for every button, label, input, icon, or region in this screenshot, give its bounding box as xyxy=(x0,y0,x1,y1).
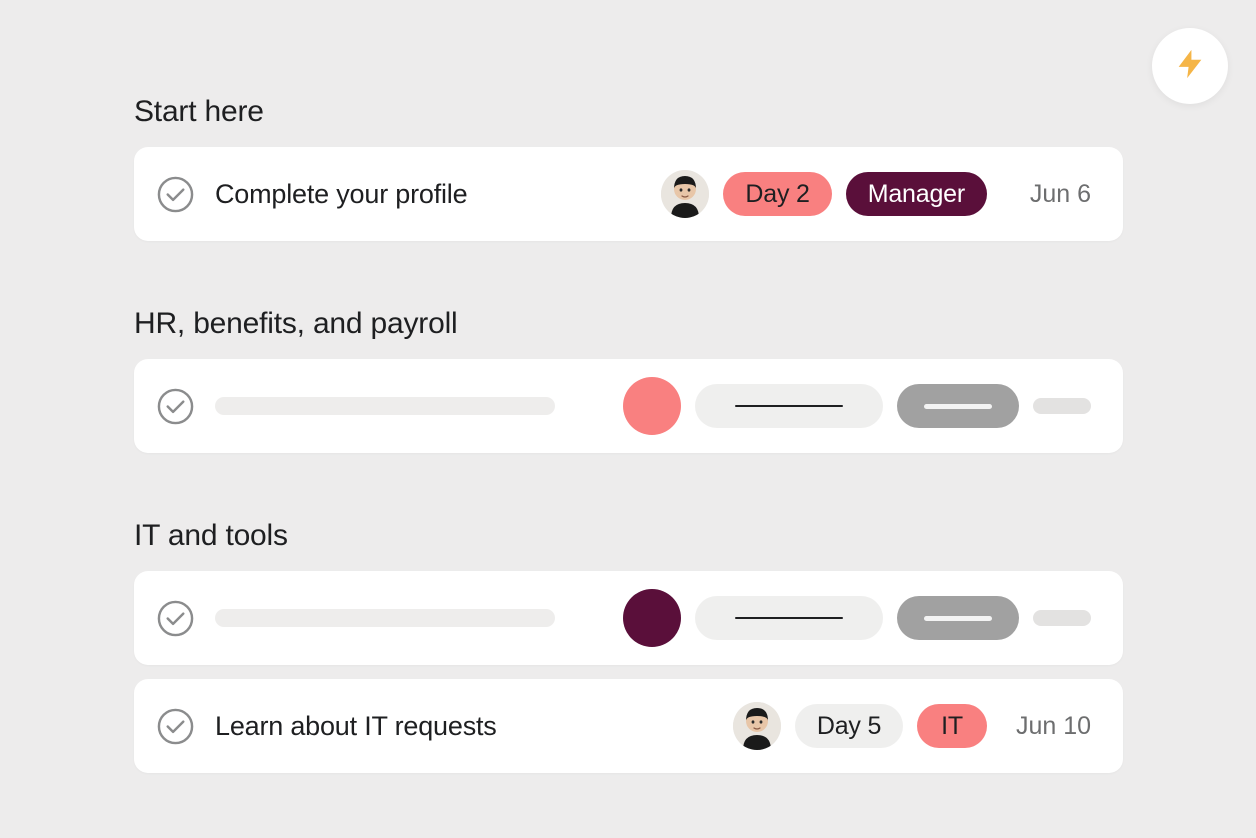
placeholder-title xyxy=(215,397,555,415)
task-meta: Day 5 IT Jun 10 xyxy=(733,702,1091,750)
check-circle-icon[interactable] xyxy=(156,387,195,426)
task-row-placeholder-hr[interactable] xyxy=(134,359,1123,453)
placeholder-title xyxy=(215,609,555,627)
check-circle-icon[interactable] xyxy=(156,707,195,746)
assignee-avatar[interactable] xyxy=(661,170,709,218)
tag-role[interactable]: Manager xyxy=(846,172,987,216)
check-circle-icon[interactable] xyxy=(156,175,195,214)
task-date: Jun 10 xyxy=(1013,712,1091,741)
section-title-start: Start here xyxy=(134,95,1123,129)
task-meta xyxy=(623,589,1091,647)
task-meta: Day 2 Manager Jun 6 xyxy=(661,170,1091,218)
task-list-container: Start here Complete your profile xyxy=(0,0,1256,773)
placeholder-date xyxy=(1033,610,1091,626)
lightning-icon xyxy=(1173,47,1207,86)
task-meta xyxy=(623,377,1091,435)
task-title: Complete your profile xyxy=(215,179,661,210)
placeholder-tag xyxy=(897,596,1019,640)
placeholder-avatar xyxy=(623,377,681,435)
task-date: Jun 6 xyxy=(1013,180,1091,209)
tag-team[interactable]: IT xyxy=(917,704,987,748)
assignee-avatar[interactable] xyxy=(733,702,781,750)
lightning-button[interactable] xyxy=(1152,28,1228,104)
placeholder-date xyxy=(1033,398,1091,414)
section-title-it: IT and tools xyxy=(134,519,1123,553)
task-row-placeholder-it[interactable] xyxy=(134,571,1123,665)
tag-day[interactable]: Day 5 xyxy=(795,704,903,748)
tag-day[interactable]: Day 2 xyxy=(723,172,831,216)
task-row-complete-profile[interactable]: Complete your profile Day 2 Manager Jun … xyxy=(134,147,1123,241)
task-row-it-requests[interactable]: Learn about IT requests Day 5 IT Jun 10 xyxy=(134,679,1123,773)
task-title: Learn about IT requests xyxy=(215,711,733,742)
check-circle-icon[interactable] xyxy=(156,599,195,638)
section-title-hr: HR, benefits, and payroll xyxy=(134,307,1123,341)
placeholder-tag xyxy=(897,384,1019,428)
placeholder-tag xyxy=(695,596,883,640)
placeholder-tag xyxy=(695,384,883,428)
placeholder-avatar xyxy=(623,589,681,647)
